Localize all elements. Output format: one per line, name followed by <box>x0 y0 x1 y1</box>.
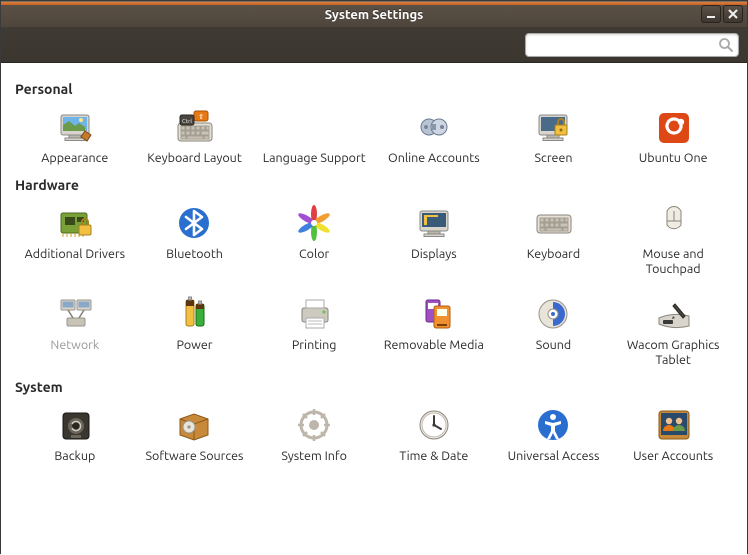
bluetooth-icon <box>172 201 216 245</box>
software-sources-icon <box>172 403 216 447</box>
keyboard-icon <box>531 201 575 245</box>
settings-item-label: Color <box>299 247 329 261</box>
titlebar: System Settings <box>1 1 747 27</box>
settings-item-label: Printing <box>292 338 337 352</box>
window-title: System Settings <box>1 8 747 22</box>
wacom-icon <box>651 292 695 336</box>
settings-item-label: Displays <box>411 247 457 261</box>
system-info-icon <box>292 403 336 447</box>
search-input[interactable] <box>525 33 739 57</box>
settings-item-backup[interactable]: Backup <box>15 399 135 467</box>
settings-item-label: Ubuntu One <box>639 151 708 165</box>
settings-item-system-info[interactable]: System Info <box>254 399 374 467</box>
toolbar <box>1 27 747 63</box>
settings-item-displays[interactable]: Displays <box>374 197 494 280</box>
settings-item-language-support[interactable]: Language Support <box>254 101 374 169</box>
online-accounts-icon <box>412 105 456 149</box>
settings-item-label: Removable Media <box>384 338 484 352</box>
settings-item-mouse-and-touchpad[interactable]: Mouse and Touchpad <box>613 197 733 280</box>
settings-item-appearance[interactable]: Appearance <box>15 101 135 169</box>
sound-icon <box>531 292 575 336</box>
settings-item-label: Network <box>50 338 99 352</box>
settings-item-screen[interactable]: Screen <box>494 101 614 169</box>
settings-item-wacom-graphics-tablet[interactable]: Wacom Graphics Tablet <box>613 288 733 371</box>
settings-item-label: Appearance <box>41 151 108 165</box>
settings-item-keyboard[interactable]: Keyboard <box>494 197 614 280</box>
settings-item-sound[interactable]: Sound <box>494 288 614 371</box>
content-area: Personal Appearance Keyboard Layout Langua… <box>1 63 747 555</box>
language-icon <box>292 105 336 149</box>
backup-icon <box>53 403 97 447</box>
settings-item-label: Additional Drivers <box>25 247 125 261</box>
settings-item-label: Language Support <box>263 151 366 165</box>
settings-item-label: Wacom Graphics Tablet <box>618 338 728 367</box>
search-icon <box>718 37 734 53</box>
settings-item-label: Time & Date <box>399 449 468 463</box>
power-icon <box>172 292 216 336</box>
color-icon <box>292 201 336 245</box>
displays-icon <box>412 201 456 245</box>
settings-item-ubuntu-one[interactable]: Ubuntu One <box>613 101 733 169</box>
settings-item-keyboard-layout[interactable]: Keyboard Layout <box>135 101 255 169</box>
close-button[interactable] <box>723 5 743 23</box>
settings-item-label: Online Accounts <box>388 151 480 165</box>
settings-item-additional-drivers[interactable]: Additional Drivers <box>15 197 135 280</box>
settings-item-label: Sound <box>536 338 571 352</box>
settings-item-power[interactable]: Power <box>135 288 255 371</box>
time-date-icon <box>412 403 456 447</box>
removable-media-icon <box>412 292 456 336</box>
section-header-system: System <box>15 379 733 395</box>
ubuntu-one-icon <box>651 105 695 149</box>
appearance-icon <box>53 105 97 149</box>
universal-access-icon <box>531 403 575 447</box>
settings-item-label: Mouse and Touchpad <box>618 247 728 276</box>
settings-item-label: User Accounts <box>633 449 713 463</box>
settings-item-label: Universal Access <box>508 449 600 463</box>
mouse-icon <box>651 201 695 245</box>
settings-item-label: Power <box>177 338 213 352</box>
drivers-icon <box>53 201 97 245</box>
user-accounts-icon <box>651 403 695 447</box>
section-header-hardware: Hardware <box>15 177 733 193</box>
network-icon <box>53 292 97 336</box>
settings-item-online-accounts[interactable]: Online Accounts <box>374 101 494 169</box>
settings-item-label: Bluetooth <box>166 247 223 261</box>
settings-item-universal-access[interactable]: Universal Access <box>494 399 614 467</box>
settings-item-label: Screen <box>534 151 572 165</box>
settings-item-removable-media[interactable]: Removable Media <box>374 288 494 371</box>
settings-item-label: System Info <box>281 449 347 463</box>
printing-icon <box>292 292 336 336</box>
screen-icon <box>531 105 575 149</box>
settings-item-user-accounts[interactable]: User Accounts <box>613 399 733 467</box>
settings-item-printing[interactable]: Printing <box>254 288 374 371</box>
section-header-personal: Personal <box>15 81 733 97</box>
settings-item-label: Software Sources <box>146 449 244 463</box>
settings-item-label: Keyboard Layout <box>147 151 241 165</box>
settings-item-software-sources[interactable]: Software Sources <box>135 399 255 467</box>
settings-item-bluetooth[interactable]: Bluetooth <box>135 197 255 280</box>
settings-item-network[interactable]: Network <box>15 288 135 371</box>
settings-item-color[interactable]: Color <box>254 197 374 280</box>
settings-item-label: Keyboard <box>527 247 580 261</box>
minimize-button[interactable] <box>701 5 721 23</box>
settings-item-label: Backup <box>54 449 95 463</box>
keyboard-layout-icon <box>172 105 216 149</box>
settings-item-time-date[interactable]: Time & Date <box>374 399 494 467</box>
